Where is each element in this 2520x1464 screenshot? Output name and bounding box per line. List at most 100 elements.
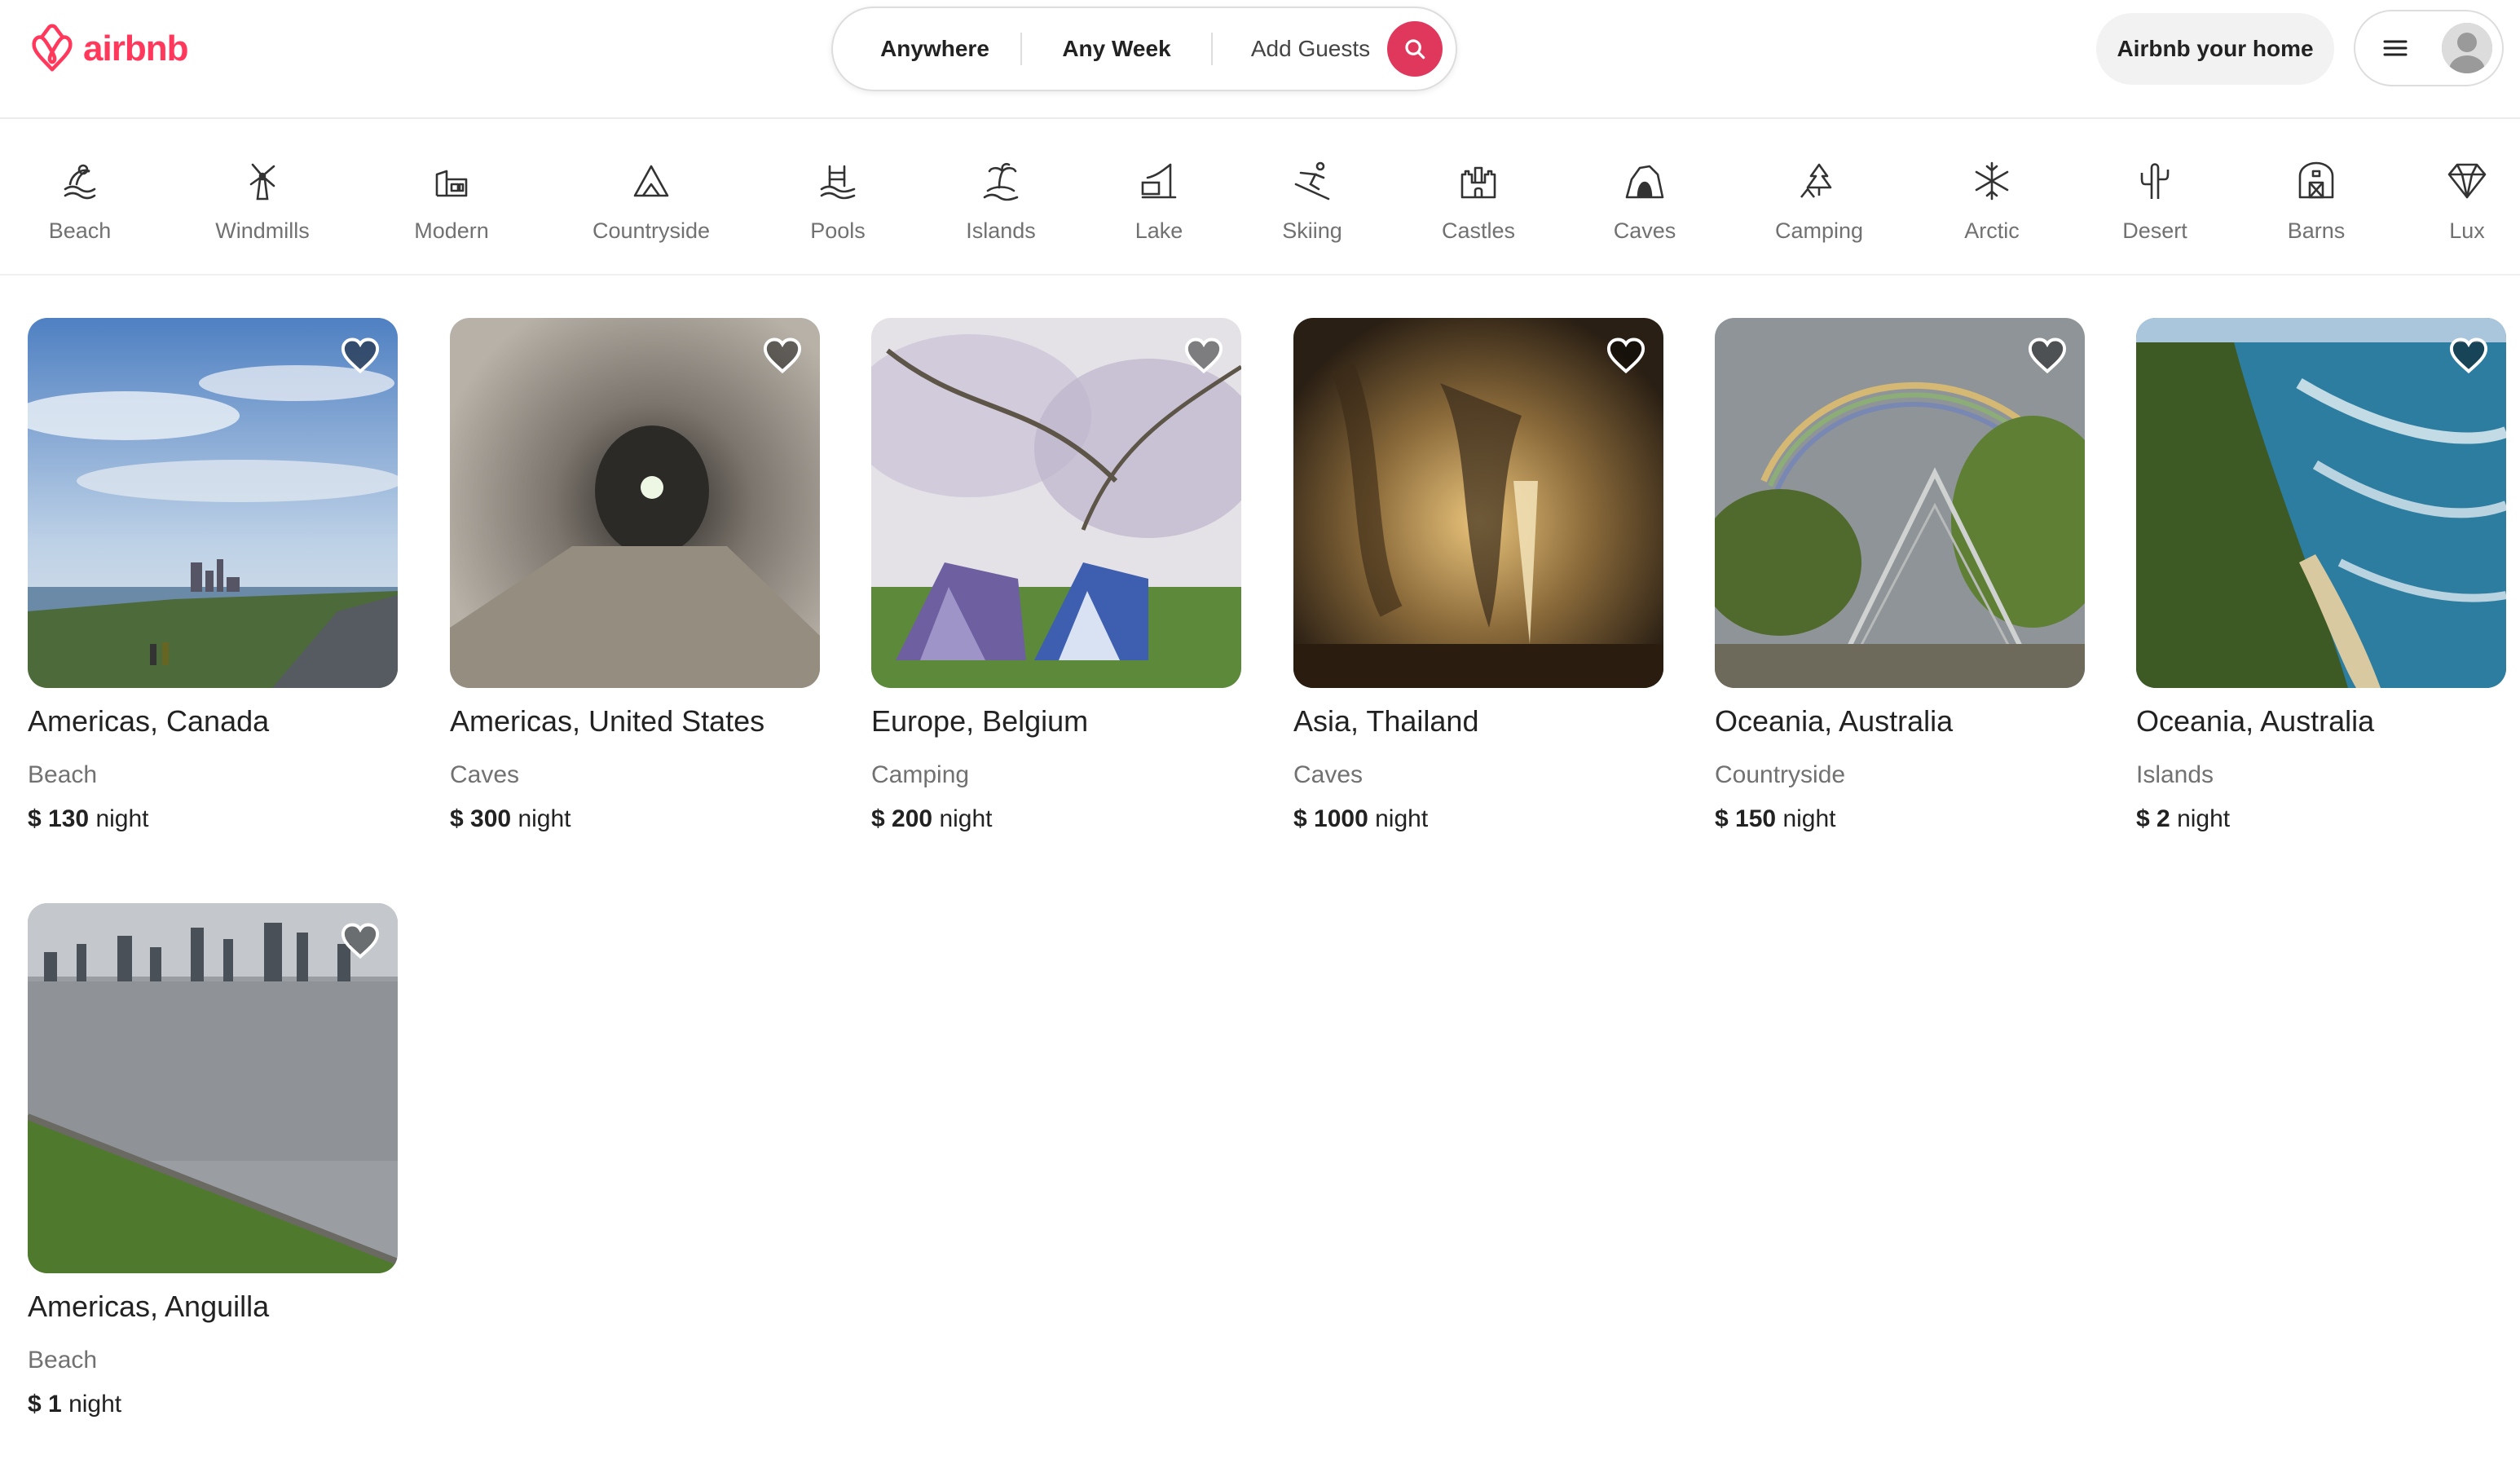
listing-price: $ 200 night <box>871 805 1241 833</box>
category-label: Countryside <box>592 218 711 243</box>
barn-icon <box>2298 161 2334 199</box>
price-unit: night <box>1375 805 1429 832</box>
price-amount: 150 <box>1735 805 1777 832</box>
listing-price: $ 130 night <box>28 805 398 833</box>
category-camping[interactable]: Camping <box>1769 160 1870 266</box>
category-arctic[interactable]: Arctic <box>1951 160 2033 266</box>
category-beach[interactable]: Beach <box>39 160 121 266</box>
listing-photo[interactable] <box>1293 318 1663 688</box>
category-countryside[interactable]: Countryside <box>585 160 717 266</box>
camping-icon <box>1800 163 1832 198</box>
favorite-heart-icon[interactable] <box>339 334 381 377</box>
listing-card[interactable]: Asia, Thailand Caves $ 1000 night <box>1293 318 1663 833</box>
category-barns[interactable]: Barns <box>2275 160 2357 266</box>
category-islands[interactable]: Islands <box>960 160 1042 266</box>
category-windmills[interactable]: Windmills <box>205 160 319 266</box>
category-label: Desert <box>2122 218 2187 243</box>
category-lux[interactable]: Lux <box>2438 160 2496 266</box>
category-pools[interactable]: Pools <box>797 160 879 266</box>
category-label: Windmills <box>215 218 310 243</box>
category-desert[interactable]: Desert <box>2114 160 2196 266</box>
search-guests-button[interactable]: Add Guests <box>1213 8 1408 90</box>
price-amount: 1000 <box>1314 805 1368 832</box>
price-currency: $ <box>450 805 464 832</box>
category-caves[interactable]: Caves <box>1604 160 1685 266</box>
search-where-button[interactable]: Anywhere <box>833 8 1020 90</box>
price-amount: 300 <box>470 805 512 832</box>
listing-category: Beach <box>28 1347 98 1374</box>
listing-card[interactable]: Oceania, Australia Countryside $ 150 nig… <box>1715 318 2085 833</box>
modern-house-icon <box>435 170 468 197</box>
favorite-heart-icon[interactable] <box>761 334 804 377</box>
category-label: Modern <box>414 218 489 243</box>
listing-photo[interactable] <box>28 903 398 1273</box>
price-amount: 130 <box>48 805 90 832</box>
host-home-button[interactable]: Airbnb your home <box>2096 13 2334 85</box>
listing-photo[interactable] <box>28 318 398 688</box>
listing-price: $ 1000 night <box>1293 805 1663 833</box>
price-unit: night <box>68 1391 122 1418</box>
category-label: Beach <box>48 218 112 243</box>
listing-card[interactable]: Americas, United States Caves $ 300 nigh… <box>450 318 820 833</box>
search-bar[interactable]: Anywhere Any Week Add Guests <box>831 7 1457 91</box>
price-unit: night <box>518 805 571 832</box>
airbnb-logo-icon <box>32 24 73 72</box>
favorite-heart-icon[interactable] <box>2026 334 2068 377</box>
listing-photo[interactable] <box>2136 318 2506 688</box>
category-label: Pools <box>810 218 866 243</box>
windmill-icon <box>249 163 275 201</box>
listing-category: Caves <box>1293 761 1364 788</box>
listing-price: $ 2 night <box>2136 805 2506 833</box>
listing-category: Countryside <box>1715 761 1846 788</box>
listing-photo[interactable] <box>450 318 820 688</box>
price-unit: night <box>95 805 149 832</box>
pool-icon <box>820 165 856 200</box>
cave-icon <box>1625 165 1664 199</box>
search-submit-button[interactable] <box>1387 21 1443 77</box>
listing-price: $ 1 night <box>28 1391 398 1418</box>
search-when-button[interactable]: Any Week <box>1022 8 1211 90</box>
logo-text: airbnb <box>83 29 188 68</box>
listing-category: Camping <box>871 761 970 788</box>
castle-icon <box>1460 166 1496 199</box>
listing-card[interactable]: Americas, Anguilla Beach $ 1 night <box>28 903 398 1418</box>
listing-location: Oceania, Australia <box>1715 704 1954 738</box>
category-castles[interactable]: Castles <box>1438 160 1519 266</box>
price-unit: night <box>2177 805 2231 832</box>
listing-location: Americas, Anguilla <box>28 1290 270 1323</box>
listing-category: Caves <box>450 761 520 788</box>
listing-photo[interactable] <box>1715 318 2085 688</box>
listing-photo[interactable] <box>871 318 1241 688</box>
listing-card[interactable]: Americas, Canada Beach $ 130 night <box>28 318 398 833</box>
airbnb-logo[interactable]: airbnb <box>28 23 188 75</box>
favorite-heart-icon[interactable] <box>1183 334 1225 377</box>
snowflake-icon <box>1975 161 2009 201</box>
listing-location: Americas, United States <box>450 704 765 738</box>
lake-icon <box>1141 163 1177 199</box>
category-label: Camping <box>1774 218 1864 243</box>
category-label: Islands <box>966 218 1036 243</box>
category-label: Arctic <box>1964 218 2020 243</box>
avatar <box>2442 23 2492 73</box>
category-label: Barns <box>2287 218 2346 243</box>
favorite-heart-icon[interactable] <box>2447 334 2490 377</box>
category-label: Castles <box>1441 218 1516 243</box>
category-lake[interactable]: Lake <box>1118 160 1200 266</box>
favorite-heart-icon[interactable] <box>1605 334 1647 377</box>
user-menu-button[interactable] <box>2354 10 2504 86</box>
category-modern[interactable]: Modern <box>411 160 492 266</box>
listing-location: Asia, Thailand <box>1293 704 1479 738</box>
price-unit: night <box>1782 805 1836 832</box>
price-amount: 200 <box>892 805 933 832</box>
favorite-heart-icon[interactable] <box>339 919 381 962</box>
price-currency: $ <box>28 1391 42 1418</box>
listing-price: $ 300 night <box>450 805 820 833</box>
category-bar: Beach Windmills Modern Countryside Pools <box>0 121 2520 276</box>
price-currency: $ <box>1715 805 1729 832</box>
listing-card[interactable]: Oceania, Australia Islands $ 2 night <box>2136 318 2506 833</box>
price-currency: $ <box>28 805 42 832</box>
listing-card[interactable]: Europe, Belgium Camping $ 200 night <box>871 318 1241 833</box>
category-skiing[interactable]: Skiing <box>1271 160 1353 266</box>
diamond-icon <box>2447 163 2487 199</box>
listing-category: Beach <box>28 761 98 788</box>
